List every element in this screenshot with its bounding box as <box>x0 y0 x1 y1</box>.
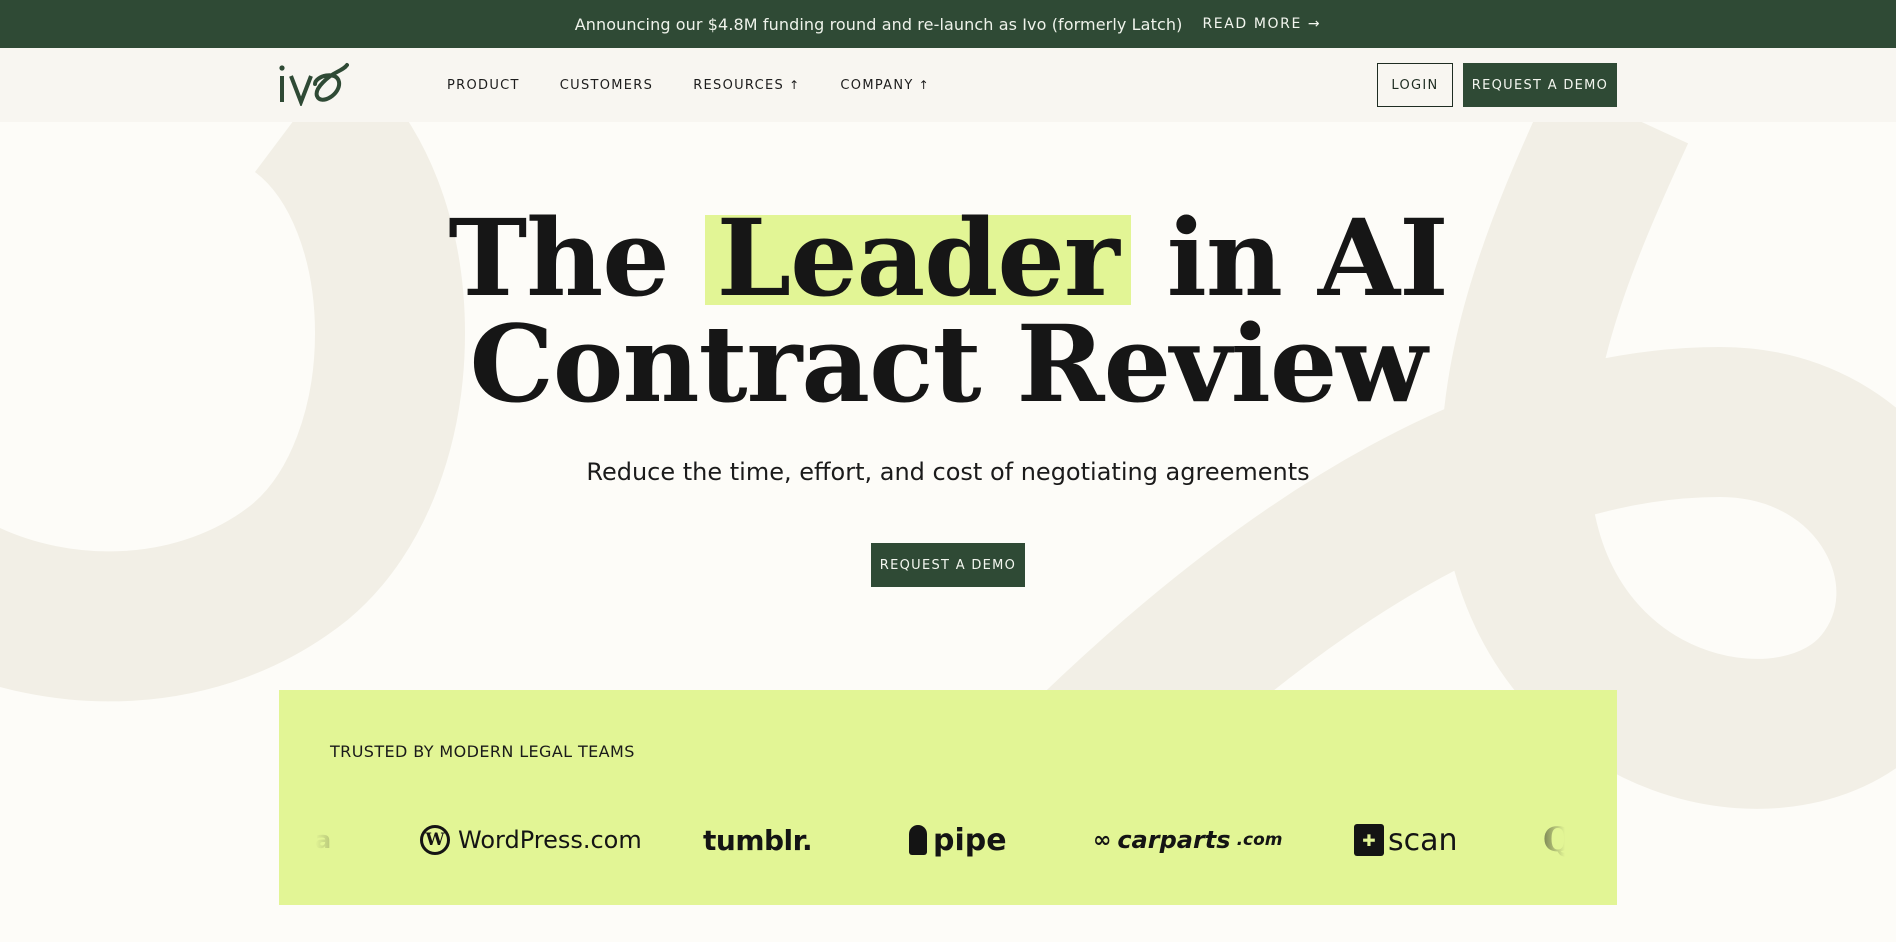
scan-logo: ✚ scan <box>1354 810 1458 870</box>
carparts-logo-text: carparts <box>1117 826 1231 854</box>
read-more-label: READ MORE <box>1202 16 1302 32</box>
tumblr-logo: tumblr. <box>703 823 813 857</box>
nav-item-product[interactable]: PRODUCT <box>447 78 520 93</box>
arrow-right-icon: → <box>1307 16 1322 32</box>
chevron-up-icon: ↑ <box>918 78 930 92</box>
wordpress-logo: W WordPress.com <box>420 810 642 870</box>
scan-logo-icon: ✚ <box>1354 824 1384 856</box>
ivo-logo[interactable]: ivo <box>277 62 349 106</box>
nav-item-label: PRODUCT <box>447 77 520 93</box>
read-more-link[interactable]: READ MORE → <box>1202 16 1321 32</box>
nav-item-label: RESOURCES <box>693 77 785 93</box>
nav-item-label: COMPANY <box>840 77 914 93</box>
carparts-logo: ∞ carparts .com <box>1093 810 1283 870</box>
chevron-up-icon: ↑ <box>789 78 801 92</box>
carousel-fade-right <box>1525 810 1565 870</box>
wordpress-logo-text: WordPress.com <box>458 826 642 854</box>
nav-item-company[interactable]: COMPANY ↑ <box>840 78 930 93</box>
scan-logo-text: scan <box>1388 822 1458 858</box>
pipe-logo-icon <box>909 825 927 855</box>
trusted-by-label: TRUSTED BY MODERN LEGAL TEAMS <box>330 742 635 761</box>
carousel-fade-left <box>315 810 355 870</box>
nav-item-customers[interactable]: CUSTOMERS <box>560 78 653 93</box>
login-button[interactable]: LOGIN <box>1377 63 1453 107</box>
wordpress-logo-icon: W <box>420 825 450 855</box>
hero-title-line-1: The Leader in AI <box>0 195 1896 320</box>
pipe-logo: pipe <box>909 810 1007 870</box>
top-navigation: ivo PRODUCT CUSTOMERS RESOURCES ↑ COMPAN… <box>0 48 1896 122</box>
carparts-logo-suffix: .com <box>1236 830 1283 850</box>
hero-title-line-2: Contract Review <box>469 301 1427 426</box>
nav-links: PRODUCT CUSTOMERS RESOURCES ↑ COMPANY ↑ <box>447 48 930 122</box>
customer-logo-carousel: a W WordPress.com tumblr. pipe ∞ carpart… <box>315 810 1565 870</box>
announcement-text: Announcing our $4.8M funding round and r… <box>574 14 1183 34</box>
pipe-logo-text: pipe <box>933 822 1007 858</box>
hero-request-demo-button[interactable]: REQUEST A DEMO <box>871 543 1025 587</box>
hero-title: The Leader in AI Contract Review <box>0 195 1896 426</box>
hero-subtitle: Reduce the time, effort, and cost of neg… <box>586 458 1310 486</box>
request-demo-button[interactable]: REQUEST A DEMO <box>1463 63 1617 107</box>
nav-item-resources[interactable]: RESOURCES ↑ <box>693 78 800 93</box>
nav-item-label: CUSTOMERS <box>559 77 654 93</box>
carparts-logo-icon: ∞ <box>1093 827 1112 853</box>
announcement-bar: Announcing our $4.8M funding round and r… <box>0 0 1896 48</box>
trusted-by-section: TRUSTED BY MODERN LEGAL TEAMS a W WordPr… <box>279 690 1617 905</box>
